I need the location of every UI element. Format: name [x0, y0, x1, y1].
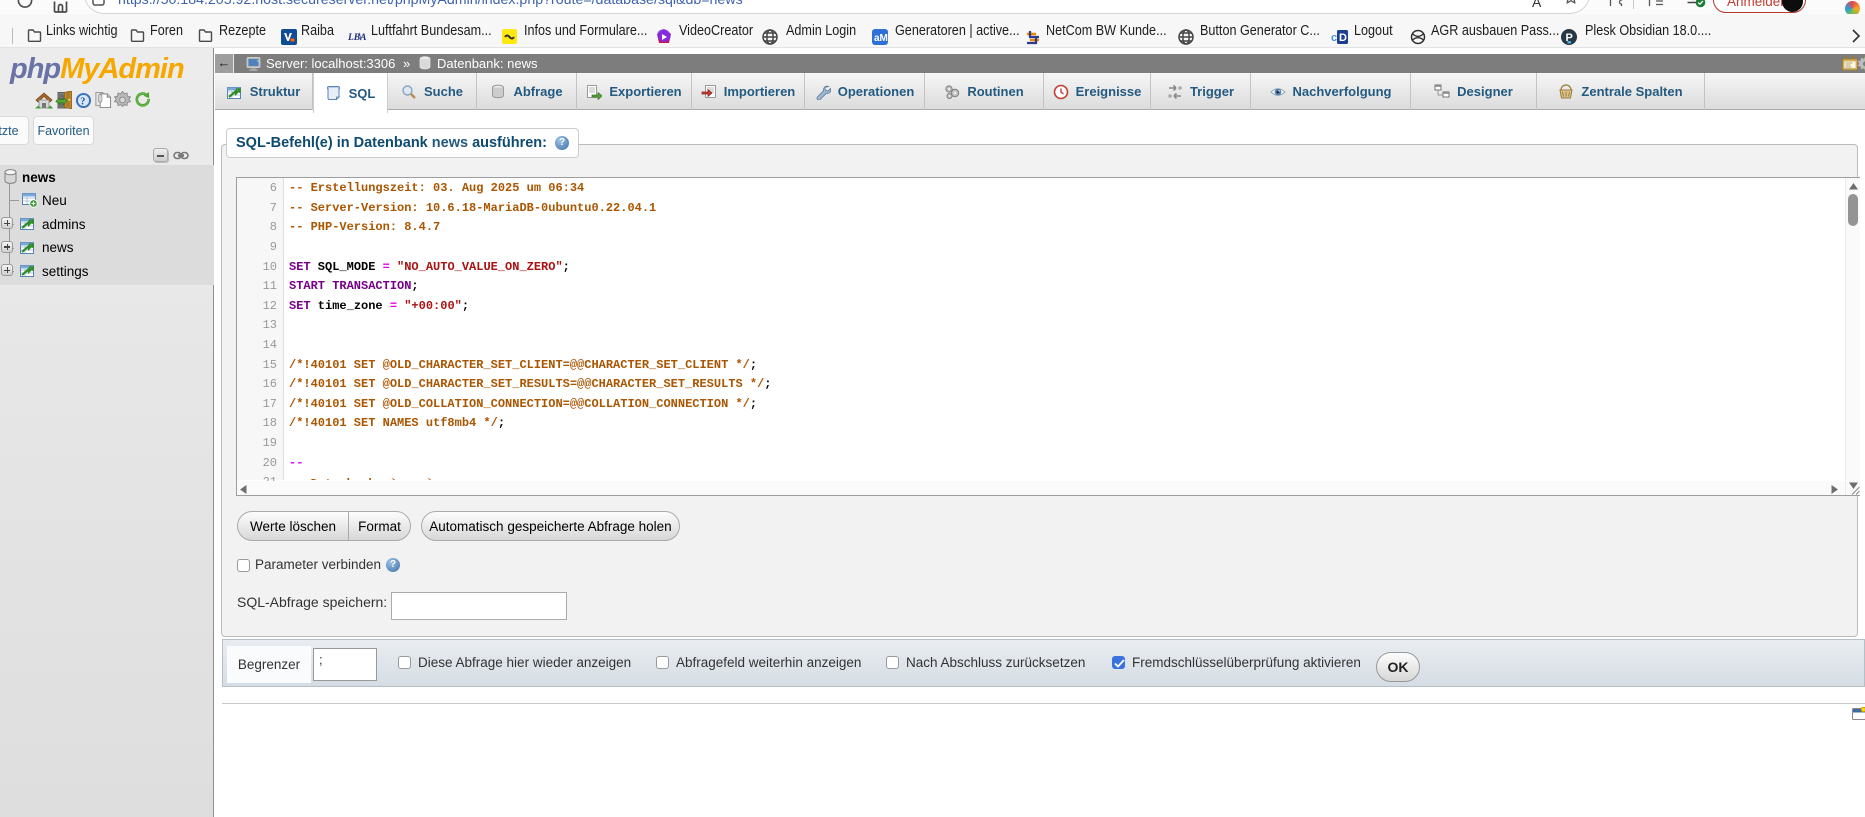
svg-text:D: D: [1339, 32, 1347, 44]
svg-text:LBA: LBA: [348, 33, 366, 43]
svg-text:aM: aM: [874, 33, 888, 44]
svg-text:c: c: [1331, 32, 1337, 44]
svg-text:?: ?: [80, 97, 85, 108]
